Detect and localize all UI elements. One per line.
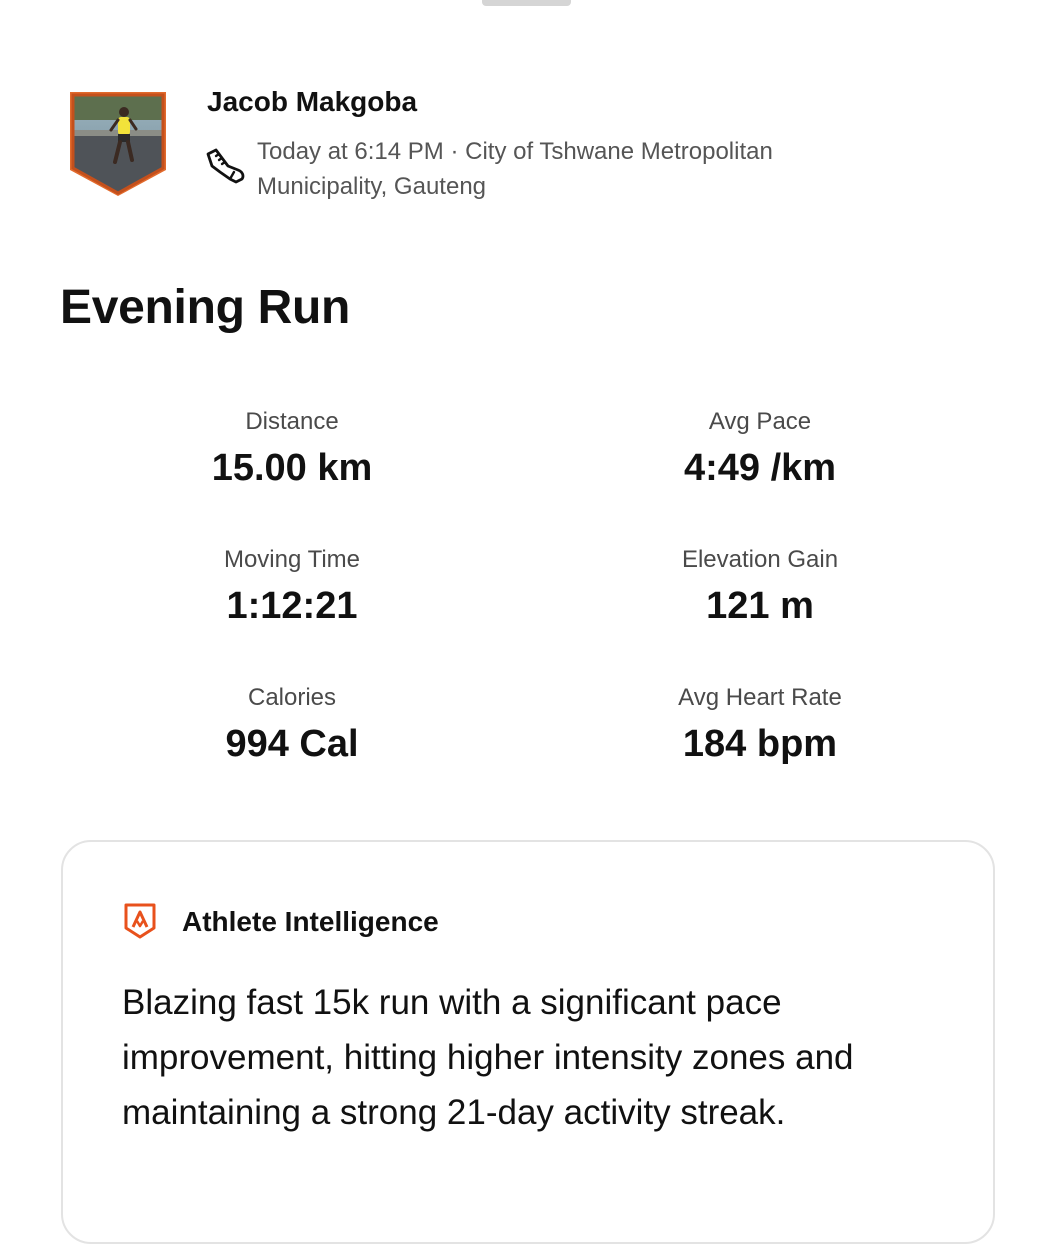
strava-shield-icon [123, 902, 157, 940]
stat-value: 184 bpm [682, 723, 838, 765]
stat-label: Elevation Gain [681, 546, 839, 573]
stat-value: 4:49 /km [683, 447, 837, 489]
activity-meta: Today at 6:14 PM · City of Tshwane Metro… [257, 134, 897, 204]
stat-distance: Distance 15.00 km [142, 408, 442, 490]
sheet-drag-handle[interactable] [482, 0, 571, 6]
athlete-name[interactable]: Jacob Makgoba [207, 86, 417, 118]
stat-value: 994 Cal [225, 723, 359, 765]
athlete-avatar[interactable] [68, 90, 168, 198]
stat-value: 121 m [706, 585, 814, 627]
activity-title: Evening Run [60, 281, 351, 334]
stat-label: Avg Heart Rate [678, 684, 842, 711]
running-shoe-icon [204, 146, 248, 186]
stat-label: Distance [245, 408, 339, 435]
activity-timestamp: Today at 6:14 PM [257, 138, 444, 165]
athlete-intelligence-summary: Blazing fast 15k run with a significant … [122, 983, 854, 1132]
stat-elevation-gain: Elevation Gain 121 m [610, 546, 910, 628]
stat-label: Moving Time [223, 546, 361, 573]
avatar-shield-photo [70, 92, 166, 196]
stat-calories: Calories 994 Cal [142, 684, 442, 766]
stat-value: 15.00 km [211, 447, 373, 489]
athlete-intelligence-title: Athlete Intelligence [182, 906, 439, 937]
stat-label: Calories [247, 684, 337, 711]
stat-value: 1:12:21 [226, 585, 358, 627]
stat-avg-heart-rate: Avg Heart Rate 184 bpm [610, 684, 910, 766]
stat-moving-time: Moving Time 1:12:21 [142, 546, 442, 628]
stat-avg-pace: Avg Pace 4:49 /km [610, 408, 910, 490]
meta-separator: · [443, 138, 466, 165]
athlete-intelligence-card[interactable]: Athlete Intelligence Blazing fast 15k ru… [61, 840, 995, 1244]
stat-label: Avg Pace [708, 408, 812, 435]
